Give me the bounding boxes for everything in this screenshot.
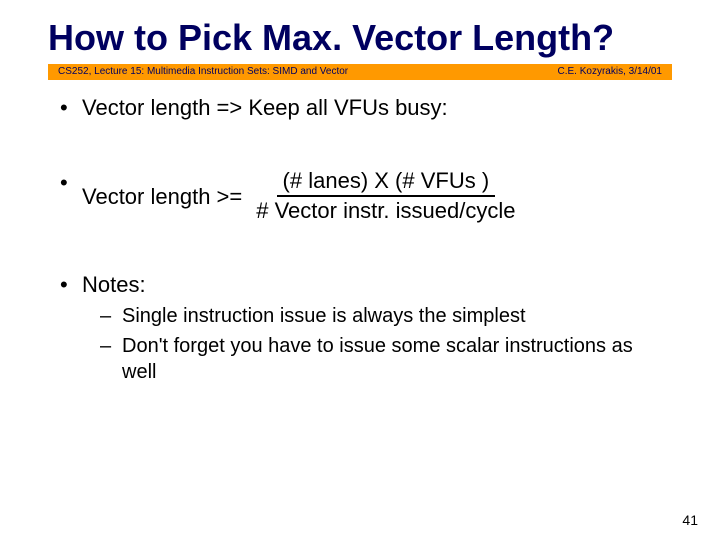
bullet-2-lead: Vector length >= [82,183,242,211]
bullet-1-text: Vector length => Keep all VFUs busy: [82,95,448,120]
formula-denominator: # Vector instr. issued/cycle [250,197,521,223]
formula-row: Vector length >= (# lanes) X (# VFUs ) #… [82,169,672,223]
page-number: 41 [682,512,698,528]
bullet-2: Vector length >= (# lanes) X (# VFUs ) #… [56,169,672,223]
slide: How to Pick Max. Vector Length? CS252, L… [0,0,720,540]
formula-fraction: (# lanes) X (# VFUs ) # Vector instr. is… [250,169,521,223]
slide-body: Vector length => Keep all VFUs busy: Vec… [0,80,720,385]
header-bar: CS252, Lecture 15: Multimedia Instructio… [48,64,672,80]
note-1: Single instruction issue is always the s… [94,303,672,329]
notes-sublist: Single instruction issue is always the s… [82,303,672,385]
formula-numerator: (# lanes) X (# VFUs ) [277,169,496,197]
note-2-text: Don't forget you have to issue some scal… [122,335,633,383]
note-2: Don't forget you have to issue some scal… [94,333,672,385]
slide-title: How to Pick Max. Vector Length? [0,0,720,64]
note-1-text: Single instruction issue is always the s… [122,305,526,327]
bullet-1: Vector length => Keep all VFUs busy: [56,94,672,122]
bullet-3-text: Notes: [82,272,146,297]
header-bar-right: C.E. Kozyrakis, 3/14/01 [558,66,663,77]
bullet-list: Vector length => Keep all VFUs busy: Vec… [56,94,672,385]
header-bar-left: CS252, Lecture 15: Multimedia Instructio… [58,66,348,77]
bullet-3: Notes: Single instruction issue is alway… [56,271,672,385]
